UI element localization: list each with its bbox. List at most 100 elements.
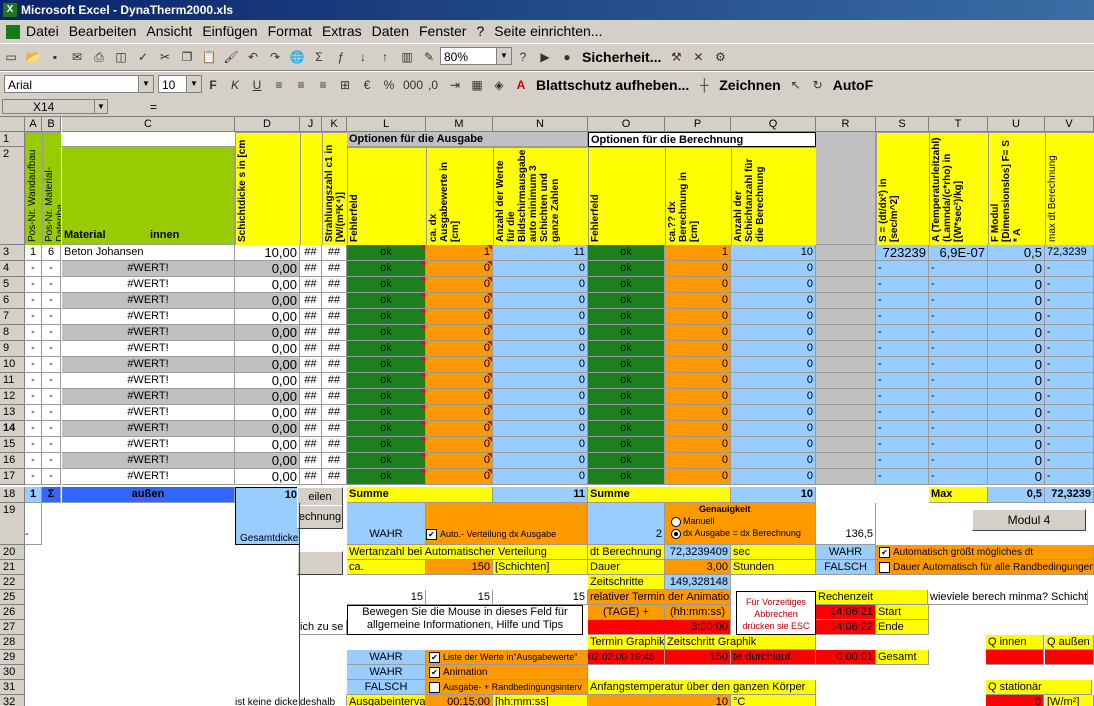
select-all-corner[interactable] xyxy=(0,117,25,132)
cell-k[interactable]: ## xyxy=(322,277,347,293)
mail-icon[interactable]: ✉ xyxy=(69,49,85,65)
cell-r[interactable] xyxy=(816,277,876,293)
cell-t[interactable]: 6,9E-07 xyxy=(929,245,988,261)
spreadsheet-grid[interactable]: A B C D J K L M N O P Q R S T U V 1 2 3 4 5 6 7 8 9 10 11 12 13 14 15 16… xyxy=(0,117,1094,706)
chevron-down-icon[interactable]: ▼ xyxy=(186,76,201,92)
q-innen-value[interactable] xyxy=(986,650,1044,665)
cell-schichtanzahl[interactable]: 0 xyxy=(731,421,816,437)
column-header-A[interactable]: A xyxy=(25,117,42,132)
cell-fehlerfeld-1[interactable]: ok xyxy=(347,453,426,469)
row-header-9[interactable]: 9 xyxy=(0,341,25,357)
cell-t[interactable]: - xyxy=(929,453,988,469)
cell-r[interactable] xyxy=(816,421,876,437)
cell-k[interactable]: ## xyxy=(322,437,347,453)
column-header-R[interactable]: R xyxy=(816,117,876,132)
function-icon[interactable]: ƒ xyxy=(333,49,349,65)
cell-b[interactable]: - xyxy=(42,469,61,485)
start-time[interactable]: 14:06:21 xyxy=(816,605,876,620)
cell-s[interactable]: - xyxy=(876,421,929,437)
cell-dx-ausgabe[interactable]: 0 xyxy=(426,373,493,389)
r30-wahr[interactable]: WAHR xyxy=(347,665,426,680)
decimal-icon[interactable]: ,0 xyxy=(425,77,441,93)
checkbox[interactable] xyxy=(879,561,890,573)
cell-k[interactable]: ## xyxy=(322,469,347,485)
r19-r[interactable]: 136,5 xyxy=(816,503,876,545)
underline-icon[interactable]: U xyxy=(249,77,265,93)
cell-anzahl-werte[interactable]: 0 xyxy=(493,389,588,405)
r18-aussen[interactable]: außen xyxy=(62,487,235,503)
chart-icon[interactable]: ▥ xyxy=(399,49,415,65)
zeichnen-button[interactable]: Zeichnen xyxy=(719,72,780,98)
cell-k[interactable]: ## xyxy=(322,261,347,277)
formula-equals[interactable]: = xyxy=(150,99,157,115)
cell-dx-berechnung[interactable]: 0 xyxy=(665,469,731,485)
menu-daten[interactable]: Daten xyxy=(372,23,409,39)
cell-material[interactable]: #WERT! xyxy=(62,453,235,469)
zeitschritte-value[interactable]: 149,328148 xyxy=(665,575,731,590)
cell-fehlerfeld-1[interactable]: ok xyxy=(347,293,426,309)
cell-dx-berechnung[interactable]: 1 xyxy=(665,245,731,261)
cell-v[interactable]: - xyxy=(1045,261,1094,277)
info-box[interactable]: Bewegen Sie die Mouse in dieses Feld für… xyxy=(347,605,583,635)
r21-falsch[interactable]: FALSCH xyxy=(816,560,876,575)
cell-fehlerfeld-2[interactable]: ok xyxy=(588,405,665,421)
cell-r[interactable] xyxy=(816,261,876,277)
cell-v[interactable]: - xyxy=(1045,373,1094,389)
document-icon[interactable] xyxy=(6,25,20,40)
cell-schichtdicke[interactable]: 0,00 xyxy=(235,437,300,453)
r19-a[interactable]: - xyxy=(25,503,42,545)
cell-fehlerfeld-1[interactable]: ok xyxy=(347,357,426,373)
cell-dx-berechnung[interactable]: 0 xyxy=(665,421,731,437)
column-header-U[interactable]: U xyxy=(988,117,1045,132)
radio-manuell[interactable]: Manuell xyxy=(671,515,815,527)
cell-schichtanzahl[interactable]: 10 xyxy=(731,245,816,261)
row-header-31[interactable]: 31 xyxy=(0,680,25,695)
q-stationaer-value[interactable]: 0 xyxy=(986,695,1044,706)
r27-j[interactable]: ich zu se xyxy=(300,620,347,635)
cell-schichtanzahl[interactable]: 0 xyxy=(731,437,816,453)
cell-u[interactable]: 0 xyxy=(988,437,1045,453)
cell-k[interactable]: ## xyxy=(322,325,347,341)
new-icon[interactable]: ▭ xyxy=(3,49,19,65)
align-left-icon[interactable]: ≡ xyxy=(271,77,287,93)
cell-v[interactable]: - xyxy=(1045,453,1094,469)
cell-t[interactable]: - xyxy=(929,421,988,437)
menu-format[interactable]: Format xyxy=(268,23,312,39)
row-header-25[interactable]: 25 xyxy=(0,590,25,605)
tools-icon[interactable]: ✕ xyxy=(690,49,706,65)
r19-auto-verteilung[interactable]: ✔ Auto.- Verteilung dx Ausgabe xyxy=(426,503,588,545)
column-header-O[interactable]: O xyxy=(588,117,665,132)
cell-u[interactable]: 0 xyxy=(988,309,1045,325)
cell-dx-berechnung[interactable]: 0 xyxy=(665,325,731,341)
cell-j[interactable]: ## xyxy=(300,453,322,469)
row-header-19[interactable]: 19 xyxy=(0,503,25,545)
cell-fehlerfeld-2[interactable]: ok xyxy=(588,357,665,373)
cell-anzahl-werte[interactable]: 0 xyxy=(493,421,588,437)
blank-button[interactable] xyxy=(297,551,343,575)
cell-u[interactable]: 0 xyxy=(988,293,1045,309)
cell-dx-ausgabe[interactable]: 0 xyxy=(426,437,493,453)
cell-dx-berechnung[interactable]: 0 xyxy=(665,261,731,277)
play-icon[interactable]: ▶ xyxy=(537,49,553,65)
cell-k[interactable]: ## xyxy=(322,341,347,357)
menu-bearbeiten[interactable]: Bearbeiten xyxy=(69,23,137,39)
cell-r[interactable] xyxy=(816,325,876,341)
cell-fehlerfeld-1[interactable]: ok xyxy=(347,277,426,293)
cell-dx-berechnung[interactable]: 0 xyxy=(665,357,731,373)
modul4-button[interactable]: Modul 4 xyxy=(972,509,1086,531)
vb-icon[interactable]: ⚒ xyxy=(668,49,684,65)
cell-v[interactable]: - xyxy=(1045,437,1094,453)
row-header-28[interactable]: 28 xyxy=(0,635,25,650)
cell-fehlerfeld-1[interactable]: ok xyxy=(347,245,426,261)
column-header-Q[interactable]: Q xyxy=(731,117,816,132)
column-header-B[interactable]: B xyxy=(42,117,61,132)
eilen-button[interactable]: eilen xyxy=(297,487,343,507)
row-header-13[interactable]: 13 xyxy=(0,405,25,421)
cell-a[interactable]: - xyxy=(25,373,42,389)
menu-fenster[interactable]: Fenster xyxy=(419,23,466,39)
row-header-18[interactable]: 18 xyxy=(0,487,25,503)
row-header-4[interactable]: 4 xyxy=(0,261,25,277)
cell-fehlerfeld-1[interactable]: ok xyxy=(347,309,426,325)
copy-icon[interactable]: ❐ xyxy=(179,49,195,65)
cell-t[interactable]: - xyxy=(929,309,988,325)
